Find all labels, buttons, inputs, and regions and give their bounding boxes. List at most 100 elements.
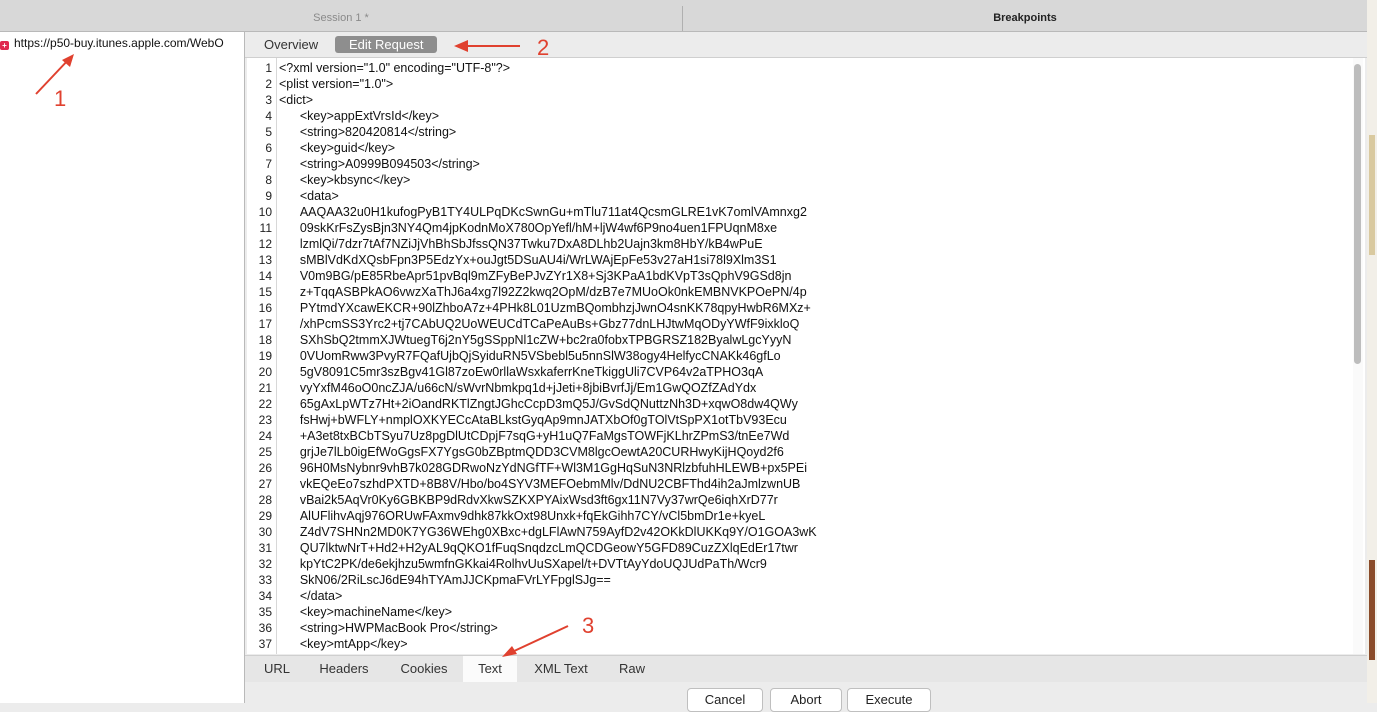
scrollbar-thumb[interactable] [1354,64,1361,364]
code-text: sMBlVdKdXQsbFpn3P5EdzYx+ouJgt5DSuAU4i/Wr… [279,253,777,267]
code-text: <string>HWPMacBook Pro</string> [279,621,498,635]
execute-button[interactable]: Execute [847,688,931,712]
xml-text-editor[interactable]: 1 <?xml version="1.0" encoding="UTF-8"?> 2… [247,58,1365,654]
code-text: grjJe7lLb0igEfWoGgsFX7YgsG0bZBptmQDD3CVM… [279,445,784,459]
body-view-tabs: URL Headers Cookies Text XML Text Raw [245,655,1367,682]
tab-breakpoints[interactable]: Breakpoints [683,6,1367,31]
code-text: <string>A0999B094503</string> [279,157,480,171]
code-text: <string>820420814</string> [279,125,457,139]
line-number: 6 [265,141,272,155]
line-number: 4 [265,109,272,123]
code-text: 96H0MsNybnr9vhB7k028GDRwoNzYdNGfTF+Wl3M1… [279,461,807,475]
code-line: 24 +A3et8txBCbTSyu7Uz8pgDlUtCDpjF7sqG+yH… [247,428,790,444]
code-text: lzmlQi/7dzr7tAf7NZiJjVhBhSbJfssQN37Twku7… [279,237,763,251]
code-text: V0m9BG/pE85RbeApr51pvBql9mZFyBePJvZYr1X8… [279,269,792,283]
code-text: <plist version="1.0"> [279,77,394,91]
code-line: 22 65gAxLpWTz7Ht+2iOandRKTlZngtJGhcCcpD3… [247,396,798,412]
gutter-separator [276,58,277,654]
code-text: </data> [279,589,343,603]
abort-button[interactable]: Abort [770,688,842,712]
annotation-arrow-2 [454,40,520,52]
code-line: 29 AlUFlihvAqj976ORUwFAxmv9dhk87kkOxt98U… [247,508,766,524]
request-url: https://p50-buy.itunes.apple.com/WebO [14,36,224,50]
code-text: SXhSbQ2tmmXJWtuegT6j2nY5gSSppNl1cZW+bc2r… [279,333,792,347]
code-text: /xhPcmSS3Yrc2+tj7CAbUQ2UoWEUCdTCaPeAuBs+… [279,317,800,331]
tab-url[interactable]: URL [255,656,299,682]
breakpoint-icon: + [0,41,9,50]
line-number: 12 [258,237,272,251]
code-line: 35 <key>machineName</key> [247,604,452,620]
code-line: 6 <key>guid</key> [247,140,395,156]
tab-session[interactable]: Session 1 * [0,6,682,31]
code-line: 3 <dict> [247,92,313,108]
line-number: 29 [258,509,272,523]
code-line: 7 <string>A0999B094503</string> [247,156,480,172]
code-text: <key>machineName</key> [279,605,453,619]
line-number: 32 [258,557,272,571]
line-number: 11 [259,221,272,235]
line-number: 3 [265,93,272,107]
code-line: 21 vyYxfM46oO0ncZJA/u66cN/sWvrNbmkpq1d+j… [247,380,757,396]
code-text: vBai2k5AqVr0Ky6GBKBP9dRdvXkwSZKXPYAixWsd… [279,493,778,507]
line-number: 24 [258,429,272,443]
line-number: 17 [258,317,272,331]
code-line: 17 /xhPcmSS3Yrc2+tj7CAbUQ2UoWEUCdTCaPeAu… [247,316,800,332]
code-line: 23 fsHwj+bWFLY+nmplOXKYECcAtaBLkstGyqAp9… [247,412,787,428]
background-strip [1369,560,1375,660]
code-line: 19 0VUomRww3PvyR7FQafUjbQjSyiduRN5VSbebl… [247,348,781,364]
line-number: 30 [258,525,272,539]
code-line: 18 SXhSbQ2tmmXJWtuegT6j2nY5gSSppNl1cZW+b… [247,332,792,348]
code-text: 65gAxLpWTz7Ht+2iOandRKTlZngtJGhcCcpD3mQ5… [279,397,798,411]
code-line: 28 vBai2k5AqVr0Ky6GBKBP9dRdvXkwSZKXPYAix… [247,492,778,508]
code-text: vyYxfM46oO0ncZJA/u66cN/sWvrNbmkpq1d+jJet… [279,381,757,395]
code-text: <dict> [279,93,314,107]
line-number: 22 [258,397,272,411]
line-number: 10 [258,205,272,219]
code-line: 9 <data> [247,188,338,204]
code-text: AAQAA32u0H1kufogPyB1TY4ULPqDKcSwnGu+mTlu… [279,205,807,219]
code-text: <key>appExtVrsId</key> [279,109,440,123]
line-number: 31 [258,541,272,555]
code-line: 27 vkEQeEo7szhdPXTD+8B8V/Hbo/bo4SYV3MEFO… [247,476,801,492]
tab-cookies[interactable]: Cookies [389,656,459,682]
line-number: 34 [258,589,272,603]
code-text: 0VUomRww3PvyR7FQafUjbQjSyiduRN5VSbebl5u5… [279,349,781,363]
code-text: QU7lktwNrT+Hd2+H2yAL9qQKO1fFuqSnqdzcLmQC… [279,541,798,555]
code-line: 37 <key>mtApp</key> [247,636,408,652]
tab-edit-request[interactable]: Edit Request [335,36,438,53]
code-line: 31 QU7lktwNrT+Hd2+H2yAL9qQKO1fFuqSnqdzcL… [247,540,798,556]
line-number: 18 [258,333,272,347]
line-number: 26 [258,461,272,475]
line-number: 27 [258,477,272,491]
code-text: Z4dV7SHNn2MD0K7YG36WEhg0XBxc+dgLFlAwN759… [279,525,817,539]
code-line: 20 5gV8091C5mr3szBgv41Gl87zoEw0rllaWsxka… [247,364,764,380]
line-number: 35 [258,605,272,619]
tab-raw[interactable]: Raw [609,656,655,682]
code-line: 13 sMBlVdKdXQsbFpn3P5EdzYx+ouJgt5DSuAU4i… [247,252,777,268]
code-line: 5 <string>820420814</string> [247,124,456,140]
code-text: <key>guid</key> [279,141,396,155]
code-line: 2 <plist version="1.0"> [247,76,393,92]
tab-headers[interactable]: Headers [309,656,379,682]
code-line: 10 AAQAA32u0H1kufogPyB1TY4ULPqDKcSwnGu+m… [247,204,807,220]
cancel-button[interactable]: Cancel [687,688,763,712]
line-number: 37 [258,637,272,651]
line-number: 20 [258,365,272,379]
code-line: 4 <key>appExtVrsId</key> [247,108,439,124]
line-number: 28 [258,493,272,507]
tab-overview[interactable]: Overview [250,36,332,53]
code-text: SkN06/2RiLscJ6dE94hTYAmJJCKpmaFVrLYFpglS… [279,573,611,587]
line-number: 23 [258,413,272,427]
annotation-label-2: 2 [537,35,550,60]
line-number: 7 [265,157,272,171]
line-number: 15 [258,285,272,299]
code-line: 16 PYtmdYXcawEKCR+90lZhboA7z+4PHk8L01Uzm… [247,300,811,316]
code-line: 11 09skKrFsZysBjn3NY4Qm4jpKodnMoX780OpYe… [247,220,778,236]
code-text: <key>mtApp</key> [279,637,408,651]
breakpoint-editor: Overview Edit Request 1 <?xml version="1.… [245,32,1367,712]
code-line: 25 grjJe7lLb0igEfWoGgsFX7YgsG0bZBptmQDD3… [247,444,784,460]
code-text: PYtmdYXcawEKCR+90lZhboA7z+4PHk8L01UzmBQo… [279,301,811,315]
code-text: <key>kbsync</key> [279,173,411,187]
code-text: kpYtC2PK/de6ekjhzu5wmfnGKkai4RolhvUuSXap… [279,557,767,571]
code-line: 8 <key>kbsync</key> [247,172,410,188]
